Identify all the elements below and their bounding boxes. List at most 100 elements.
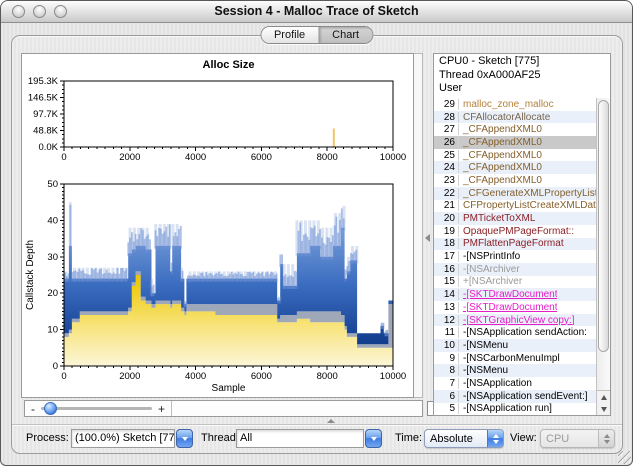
thread-line: Thread 0xA000AF25 [439, 68, 541, 81]
chart-panel: Alloc Size 0 2000 4000 6000 8000 10000 0.0K 48.8… [21, 53, 414, 398]
row-number: 7 [434, 377, 459, 389]
process-combobox[interactable]: (100.0%) Sketch [775] [71, 429, 193, 448]
view-value: CPU [546, 432, 570, 445]
table-row[interactable]: 15 +[NSArchiver [434, 276, 596, 289]
table-row[interactable]: 26 _CFAppendXML0 [434, 136, 596, 149]
charts-canvas[interactable]: Alloc Size0 2000 4000 6000 8000 100000.0K48.8… [22, 54, 413, 397]
list-scrollbar-thumb[interactable] [598, 100, 609, 352]
row-number: 14 [434, 289, 459, 301]
table-row[interactable]: 25 _CFAppendXML0 [434, 149, 596, 162]
table-row[interactable]: 9 -[NSCarbonMenuImpl [434, 352, 596, 365]
row-label: -[NSApplication run] [463, 403, 552, 415]
svg-text:0.0K: 0.0K [38, 142, 58, 153]
svg-text:20: 20 [47, 288, 58, 299]
table-row[interactable]: 7 -[NSApplication [434, 377, 596, 390]
svg-text:10000: 10000 [380, 371, 406, 382]
time-popup-button[interactable]: Absolute [424, 429, 504, 448]
table-row[interactable]: 20 PMTicketToXML [434, 212, 596, 225]
table-row[interactable]: 18 PMFlattenPageFormat [434, 237, 596, 251]
title-bar[interactable]: Session 4 - Malloc Trace of Sketch [1, 1, 632, 23]
cpu-process-line: CPU0 - Sketch [775] [439, 55, 540, 67]
table-row[interactable]: 17 -[NSPrintInfo [434, 250, 596, 263]
svg-text:Callstack Depth: Callstack Depth [25, 240, 36, 310]
row-number: 21 [434, 200, 459, 212]
row-number: 23 [434, 174, 459, 186]
table-row[interactable]: 16 -[NSArchiver [434, 262, 596, 276]
row-number: 9 [434, 352, 459, 364]
table-row[interactable]: 11 -[NSApplication sendAction: [434, 326, 596, 339]
table-row[interactable]: 29 malloc_zone_malloc [434, 98, 596, 111]
arrow-down-icon [600, 406, 607, 412]
minimize-button[interactable] [33, 5, 46, 18]
table-row[interactable]: 22 _CFGenerateXMLPropertyListT [434, 186, 596, 200]
thread-dropdown-button[interactable] [365, 429, 382, 448]
row-label: -[NSApplication [463, 377, 532, 389]
row-label: -[SKTGraphicView copy:] [463, 314, 575, 326]
row-label: malloc_zone_malloc [463, 98, 554, 110]
row-label: -[NSPrintInfo [463, 251, 521, 263]
svg-text:6000: 6000 [251, 371, 272, 382]
table-row[interactable]: 14 -[SKTDrawDocument [434, 288, 596, 301]
zoom-button[interactable] [54, 5, 67, 18]
chevron-down-icon [181, 436, 188, 441]
row-number: 13 [434, 301, 459, 313]
row-number: 27 [434, 124, 459, 136]
process-dropdown-button[interactable] [176, 429, 193, 448]
list-scrollbar[interactable] [596, 98, 610, 415]
close-button[interactable] [12, 5, 25, 18]
row-label: PMTicketToXML [463, 213, 536, 225]
svg-text:2000: 2000 [119, 371, 140, 382]
row-number: 12 [434, 314, 459, 326]
svg-text:97.7K: 97.7K [33, 109, 58, 120]
view-popup-button[interactable]: CPU [540, 429, 615, 448]
callstack-table: 29 malloc_zone_malloc 28 CFAllocatorAllocat… [434, 98, 596, 415]
table-row[interactable]: 10 -[NSMenu [434, 339, 596, 352]
table-row[interactable]: 5 -[NSApplication run] [434, 403, 596, 416]
table-row[interactable]: 6 -[NSApplication sendEvent:] [434, 389, 596, 403]
window-title: Session 4 - Malloc Trace of Sketch [214, 4, 419, 18]
callstack-depth-chart: 0 2000 4000 6000 8000 10000 0 10 20 30 40 50 Sample C… [25, 179, 406, 394]
svg-text:30: 30 [47, 252, 58, 263]
table-row[interactable]: 12 -[SKTGraphicView copy:] [434, 313, 596, 327]
row-label: -[NSApplication sendAction: [463, 327, 587, 339]
zoom-out-label[interactable]: - [31, 403, 35, 415]
collapse-left-icon[interactable] [425, 234, 430, 242]
svg-text:40: 40 [47, 215, 58, 226]
table-row[interactable]: 8 -[NSMenu [434, 364, 596, 378]
scroll-up-button[interactable] [597, 391, 610, 403]
zoom-slider-track[interactable] [41, 402, 152, 415]
row-number: 26 [434, 136, 459, 148]
tab-chart[interactable]: Chart [318, 27, 373, 43]
row-number: 18 [434, 238, 459, 250]
tab-profile[interactable]: Profile [260, 27, 319, 43]
view-mode-tabs: Profile Chart [259, 26, 374, 44]
thread-value[interactable]: All [236, 429, 364, 448]
row-number: 24 [434, 162, 459, 174]
list-scrollbar-arrows [597, 390, 610, 415]
row-number: 15 [434, 276, 459, 288]
chart-vertical-scrollbar[interactable] [413, 53, 423, 398]
process-value[interactable]: (100.0%) Sketch [775] [71, 429, 175, 448]
svg-text:0: 0 [61, 371, 66, 382]
thread-combobox[interactable]: All [236, 429, 382, 448]
svg-text:8000: 8000 [317, 152, 338, 163]
row-label: OpaquePMPageFormat:: [463, 225, 575, 237]
collapse-up-icon[interactable] [327, 419, 335, 423]
row-label: _CFAppendXML0 [463, 136, 542, 148]
table-row[interactable]: 24 _CFAppendXML0 [434, 161, 596, 175]
table-row[interactable]: 21 CFPropertyListCreateXMLData [434, 200, 596, 213]
zoom-slider[interactable]: - + [25, 401, 172, 416]
scroll-down-button[interactable] [597, 403, 610, 415]
table-row[interactable]: 13 -[SKTDrawDocument [434, 301, 596, 314]
table-row[interactable]: 28 CFAllocatorAllocate [434, 110, 596, 124]
popup-arrows-icon [598, 430, 614, 447]
zoom-slider-thumb[interactable] [44, 402, 57, 415]
resize-grip[interactable] [618, 451, 631, 464]
svg-text:48.8K: 48.8K [33, 126, 58, 137]
table-row[interactable]: 19 OpaquePMPageFormat:: [434, 225, 596, 238]
table-row[interactable]: 23 _CFAppendXML0 [434, 174, 596, 187]
table-row[interactable]: 27 _CFAppendXML0 [434, 123, 596, 136]
zoom-in-label[interactable]: + [158, 403, 165, 415]
chart-horizontal-scrollbar[interactable] [172, 401, 422, 416]
row-number: 5 [434, 403, 459, 415]
